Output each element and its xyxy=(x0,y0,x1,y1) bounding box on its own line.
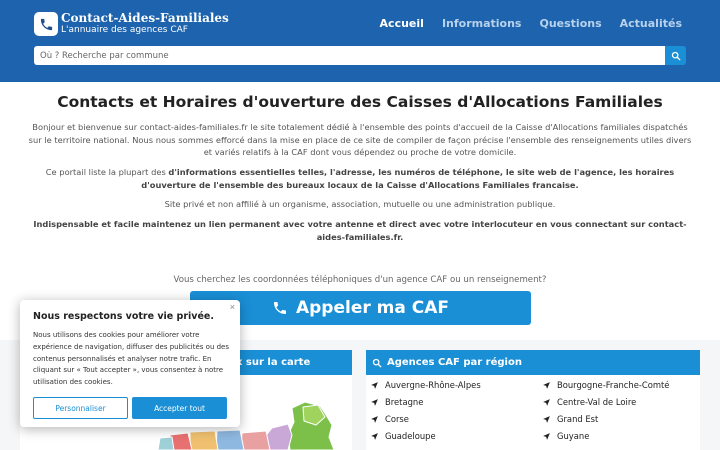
private-site-notice: Site privé et non affilié à un organisme… xyxy=(164,199,556,209)
phone-logo-icon[interactable] xyxy=(34,12,58,36)
logo-title[interactable]: Contact-Aides-Familiales xyxy=(61,11,229,25)
accept-all-button[interactable]: Accepter tout xyxy=(132,397,227,419)
question-text: Vous cherchez les coordonnées téléphoniq… xyxy=(173,275,547,285)
link-paragraph: Indispensable et facile maintenez un lie… xyxy=(33,219,687,242)
location-arrow-icon xyxy=(543,415,550,423)
customize-button[interactable]: Personnaliser xyxy=(33,397,128,419)
search-icon xyxy=(671,51,680,60)
location-arrow-icon xyxy=(371,398,378,406)
region-label: Guyane xyxy=(557,431,590,441)
region-label: Auvergne-Rhône-Alpes xyxy=(385,380,481,390)
cookie-title: Nous respectons votre vie privée. xyxy=(33,311,214,322)
region-label: Bourgogne-Franche-Comté xyxy=(557,380,670,390)
region-label: Guadeloupe xyxy=(385,431,436,441)
regions-panel-header: Agences CAF par région xyxy=(366,350,700,375)
magnifier-icon xyxy=(372,358,382,367)
nav-accueil[interactable]: Accueil xyxy=(380,17,424,30)
main-nav: Accueil Informations Questions Actualité… xyxy=(362,17,682,30)
region-link[interactable]: Auvergne-Rhône-Alpes xyxy=(370,380,481,390)
region-link[interactable]: Bourgogne-Franche-Comté xyxy=(542,380,669,390)
region-link[interactable]: Guadeloupe xyxy=(370,431,436,441)
page-title: Contacts et Horaires d'ouverture des Cai… xyxy=(57,93,663,111)
region-link[interactable]: Guyane xyxy=(542,431,589,441)
cookie-text: Nous utilisons des cookies pour améliore… xyxy=(33,331,229,387)
region-label: Bretagne xyxy=(385,397,424,407)
logo-subtitle: L'annuaire des agences CAF xyxy=(61,25,188,35)
region-link[interactable]: Bretagne xyxy=(370,397,423,407)
intro-paragraph: Bonjour et bienvenue sur contact-aides-f… xyxy=(28,122,692,158)
search-input[interactable] xyxy=(34,46,665,65)
call-caf-button[interactable]: Appeler ma CAF xyxy=(190,291,531,325)
close-icon[interactable]: × xyxy=(230,302,235,312)
regions-panel: Auvergne-Rhône-Alpes Bourgogne-Franche-C… xyxy=(366,375,700,450)
region-link[interactable]: Grand Est xyxy=(542,414,598,424)
location-arrow-icon xyxy=(371,381,378,389)
search-button[interactable] xyxy=(665,46,686,65)
location-arrow-icon xyxy=(371,415,378,423)
region-link[interactable]: Centre-Val de Loire xyxy=(542,397,636,407)
cookie-consent-dialog: × Nous respectons votre vie privée. Nous… xyxy=(20,300,240,427)
portal-text: Ce portail liste la plupart des xyxy=(45,167,169,177)
call-caf-label: Appeler ma CAF xyxy=(295,298,450,318)
location-arrow-icon xyxy=(543,398,550,406)
region-label: Grand Est xyxy=(557,414,599,424)
region-label: Centre-Val de Loire xyxy=(557,397,637,407)
location-arrow-icon xyxy=(543,432,550,440)
nav-informations[interactable]: Informations xyxy=(442,17,522,30)
regions-panel-title: Agences CAF par région xyxy=(387,357,522,368)
phone-icon xyxy=(273,302,286,314)
location-arrow-icon xyxy=(371,432,378,440)
region-label: Corse xyxy=(385,414,409,424)
nav-actualites[interactable]: Actualités xyxy=(620,17,682,30)
map-panel-title: x sur la carte xyxy=(236,357,311,368)
site-header: Contact-Aides-Familiales L'annuaire des … xyxy=(0,0,720,82)
nav-questions[interactable]: Questions xyxy=(539,17,601,30)
search-bar xyxy=(34,46,686,65)
region-link[interactable]: Corse xyxy=(370,414,409,424)
portal-bold-text: d'informations essentielles telles, l'ad… xyxy=(141,167,675,190)
location-arrow-icon xyxy=(543,381,550,389)
portal-paragraph: Ce portail liste la plupart des d'inform… xyxy=(28,166,692,191)
